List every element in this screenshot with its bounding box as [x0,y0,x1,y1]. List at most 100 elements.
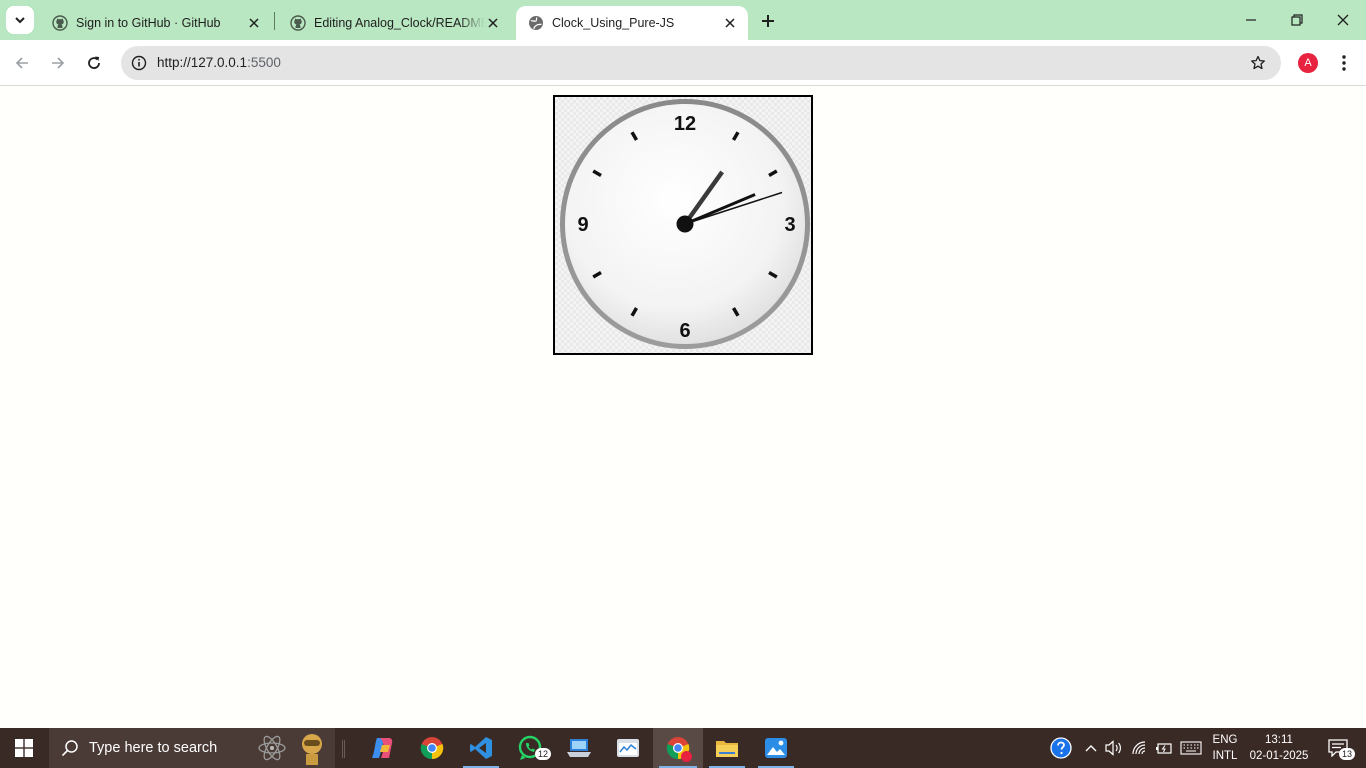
star-icon [1251,55,1265,70]
chrome-icon [420,737,444,760]
speaker-icon [1105,740,1121,756]
tab-strip: Sign in to GitHub · GitHub Editing Analo… [0,0,1366,40]
numeral-12: 12 [674,113,696,135]
search-placeholder: Type here to search [89,740,218,756]
volume-button[interactable] [1102,728,1126,768]
minimize-button[interactable] [1228,0,1274,40]
tab-github-signin[interactable]: Sign in to GitHub · GitHub [40,6,272,40]
tab-editing-readme[interactable]: Editing Analog_Clock/README.md [278,6,510,40]
site-info-button[interactable] [127,51,151,75]
search-icon [61,740,78,757]
task-manager-button[interactable] [604,728,652,768]
keyboard-icon [1180,741,1202,755]
photos-icon [765,738,787,758]
taskbar-search-box[interactable]: Type here to search [49,728,335,768]
plus-icon [762,15,774,27]
clock-face-svg: 12 3 6 9 [560,99,810,349]
search-highlight-icon [295,731,329,768]
language-indicator[interactable]: ENG INTL [1206,728,1244,768]
url-host: http://127.0.0.1 [157,55,248,70]
address-bar[interactable]: http://127.0.0.1:5500 [121,46,1281,80]
page-content: 12 3 6 9 [0,87,1366,728]
chrome-profile-taskbar-button[interactable] [653,728,703,768]
whatsapp-badge: 12 [535,748,552,760]
vscode-icon [470,737,492,759]
url-text: http://127.0.0.1:5500 [157,55,281,70]
tab-separator [274,12,275,30]
tab-close-button[interactable] [720,13,740,33]
minimize-icon [1246,19,1256,21]
bookmark-button[interactable] [1247,52,1269,74]
start-button[interactable] [0,728,48,768]
copilot-icon [372,738,393,758]
profile-avatar-badge-icon [681,751,692,762]
close-icon [249,18,259,28]
github-icon [52,15,68,31]
windows-logo-icon [15,739,33,757]
help-tray-button[interactable] [1046,728,1076,768]
analog-clock: 12 3 6 9 [553,95,813,355]
tray-time: 13:11 [1265,734,1293,746]
notification-count-badge: 13 [1339,748,1356,760]
language-line1: ENG [1212,734,1238,746]
chrome-taskbar-button[interactable] [408,728,456,768]
taskbar-divider [342,740,345,758]
folder-icon [716,741,738,757]
help-icon [1050,737,1072,759]
arrow-left-icon [15,57,28,69]
photos-button[interactable] [752,728,800,768]
tab-search-button[interactable] [6,6,34,34]
tab-title: Editing Analog_Clock/README.md [314,16,485,30]
atom-icon [257,735,287,766]
center-pin [676,215,694,233]
battery-button[interactable] [1152,728,1176,768]
wifi-icon [1132,741,1146,755]
copilot-button[interactable] [358,728,406,768]
restore-icon [1291,14,1303,26]
clock-text: 13:11 02-01-2025 [1250,732,1309,764]
close-icon [488,18,498,28]
forward-button[interactable] [42,47,74,79]
browser-menu-button[interactable] [1332,51,1356,75]
tab-close-button[interactable] [244,13,264,33]
numeral-3: 3 [784,214,795,236]
globe-icon [528,15,544,31]
windows-taskbar: Type here to search 12 ENG INTL 13:11 02… [0,728,1366,768]
close-icon [725,18,735,28]
close-window-button[interactable] [1320,0,1366,40]
info-icon [131,55,147,71]
tab-close-button[interactable] [485,13,502,33]
browser-toolbar: http://127.0.0.1:5500 A [0,40,1366,86]
reload-button[interactable] [78,47,110,79]
keyboard-button[interactable] [1177,728,1205,768]
task-manager-icon [617,739,639,757]
whatsapp-taskbar-button[interactable]: 12 [506,728,554,768]
laptop-icon [567,739,591,757]
tray-date: 02-01-2025 [1249,750,1309,762]
vscode-taskbar-button[interactable] [457,728,505,768]
language-text: ENG INTL [1213,732,1238,764]
arrow-right-icon [52,57,65,69]
numeral-6: 6 [679,320,690,342]
reload-icon [88,56,100,69]
restore-button[interactable] [1274,0,1320,40]
clock-tray-button[interactable]: 13:11 02-01-2025 [1246,728,1312,768]
profile-avatar[interactable]: A [1298,53,1318,73]
laptop-app-button[interactable] [555,728,603,768]
github-icon [290,15,306,31]
file-explorer-button[interactable] [703,728,751,768]
url-port: :5500 [247,55,281,70]
kebab-menu-icon [1342,55,1346,71]
numeral-9: 9 [577,214,588,236]
chevron-up-icon [1085,745,1097,752]
show-hidden-icons-button[interactable] [1080,728,1102,768]
network-button[interactable] [1128,728,1152,768]
tab-title: Sign in to GitHub · GitHub [76,16,221,30]
new-tab-button[interactable] [755,8,781,34]
back-button[interactable] [6,47,38,79]
chevron-down-icon [15,17,25,24]
close-icon [1337,14,1349,26]
notification-center-button[interactable]: 13 [1318,728,1358,768]
battery-icon [1156,743,1172,754]
tab-clock-active[interactable]: Clock_Using_Pure-JS [516,6,748,40]
